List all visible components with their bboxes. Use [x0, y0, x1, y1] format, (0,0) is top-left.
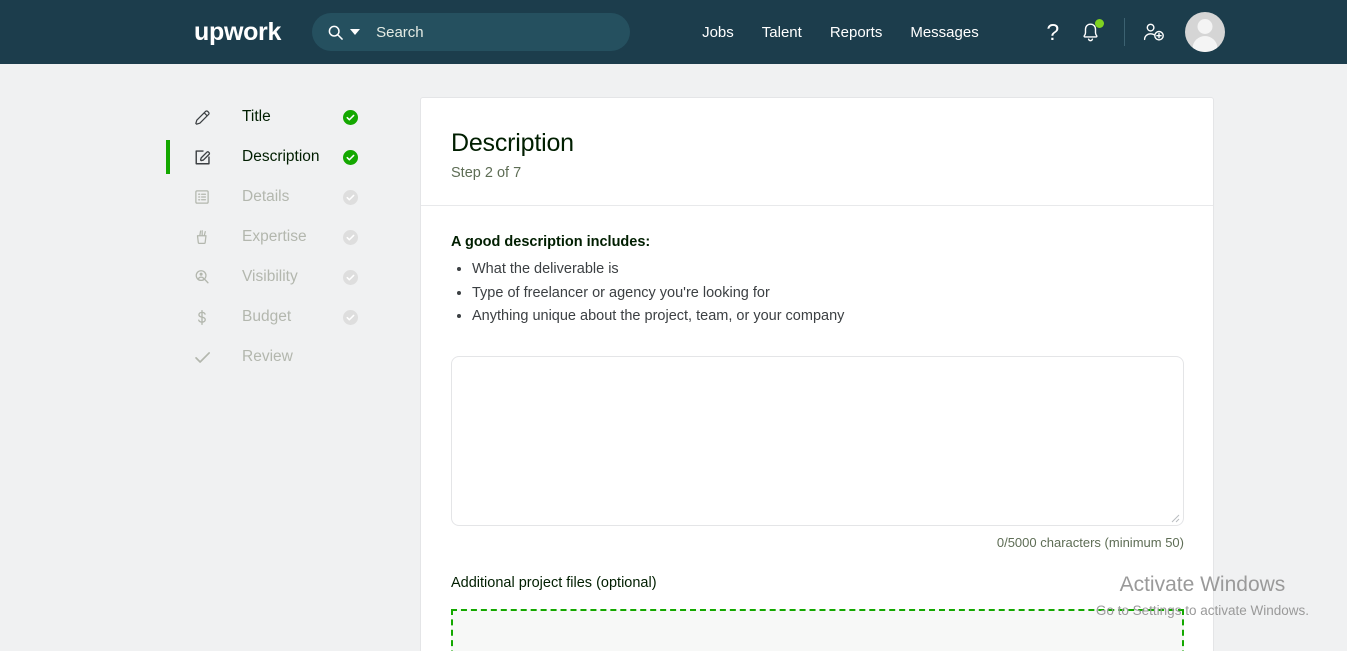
sidebar-item-description[interactable]: Description — [166, 137, 391, 177]
dollar-icon — [192, 307, 212, 327]
search-placeholder: Search — [376, 25, 424, 40]
sidebar-item-title[interactable]: Title — [166, 97, 391, 137]
description-field-wrap — [451, 356, 1183, 526]
step-status-incomplete-icon — [343, 190, 358, 205]
step-status-incomplete-icon — [343, 230, 358, 245]
sidebar-item-visibility[interactable]: Visibility — [166, 257, 391, 297]
nav-link-jobs[interactable]: Jobs — [702, 25, 734, 40]
active-indicator — [166, 300, 170, 334]
step-progress-label: Step 2 of 7 — [451, 164, 1183, 183]
tips-heading: A good description includes: — [451, 232, 1183, 252]
avatar[interactable] — [1185, 12, 1225, 52]
sidebar-item-review[interactable]: Review — [166, 337, 391, 377]
list-icon — [192, 187, 212, 207]
tips-list: What the deliverable is Type of freelanc… — [451, 258, 1183, 328]
nav-link-reports[interactable]: Reports — [830, 25, 883, 40]
notifications-button[interactable] — [1072, 13, 1110, 51]
add-user-icon — [1143, 22, 1165, 42]
sidebar-item-details[interactable]: Details — [166, 177, 391, 217]
search-category-chevron-down-icon[interactable] — [350, 29, 360, 35]
step-status-complete-icon — [343, 150, 358, 165]
sidebar-item-label: Visibility — [242, 269, 298, 285]
help-button[interactable]: ? — [1034, 13, 1072, 51]
nav-link-messages[interactable]: Messages — [910, 25, 978, 40]
top-navigation-bar: upwork Search Jobs Talent Reports Messag… — [0, 0, 1347, 64]
active-indicator — [166, 180, 170, 214]
main-content: Description Step 2 of 7 A good descripti… — [391, 97, 1214, 651]
description-step-card: Description Step 2 of 7 A good descripti… — [420, 97, 1214, 651]
card-header: Description Step 2 of 7 — [421, 98, 1213, 206]
page-content: Title Description — [0, 64, 1347, 651]
description-textarea[interactable] — [451, 356, 1184, 526]
help-icon: ? — [1046, 21, 1059, 44]
avatar-head — [1197, 19, 1212, 34]
header-icon-group: ? — [1034, 12, 1225, 52]
search-person-icon — [192, 267, 212, 287]
job-post-steps-sidebar: Title Description — [166, 97, 391, 651]
file-dropzone[interactable]: drag or upload project images — [451, 609, 1184, 651]
active-indicator — [166, 140, 170, 174]
header-divider — [1124, 18, 1125, 46]
search-icon — [328, 25, 343, 40]
edit-square-icon — [192, 147, 212, 167]
sidebar-item-label: Expertise — [242, 229, 307, 245]
sidebar-item-label: Budget — [242, 309, 291, 325]
main-nav: Jobs Talent Reports Messages — [702, 25, 979, 40]
sidebar-item-label: Title — [242, 109, 271, 125]
nav-link-talent[interactable]: Talent — [762, 25, 802, 40]
sidebar-item-budget[interactable]: Budget — [166, 297, 391, 337]
step-status-complete-icon — [343, 110, 358, 125]
additional-files-label: Additional project files (optional) — [451, 574, 1183, 593]
active-indicator — [166, 100, 170, 134]
active-indicator — [166, 260, 170, 294]
step-status-incomplete-icon — [343, 310, 358, 325]
notification-badge-dot — [1095, 19, 1104, 28]
check-icon — [192, 347, 212, 367]
avatar-body — [1192, 36, 1217, 52]
sidebar-item-label: Details — [242, 189, 289, 205]
character-counter: 0/5000 characters (minimum 50) — [451, 535, 1184, 552]
sidebar-item-label: Review — [242, 349, 293, 365]
sidebar-item-expertise[interactable]: Expertise — [166, 217, 391, 257]
search-input[interactable]: Search — [312, 13, 630, 51]
invite-member-button[interactable] — [1135, 13, 1173, 51]
list-item: Type of freelancer or agency you're look… — [472, 282, 1183, 305]
page-title: Description — [451, 128, 1183, 158]
card-body: A good description includes: What the de… — [421, 206, 1213, 651]
pencil-icon — [192, 107, 212, 127]
sidebar-item-label: Description — [242, 149, 320, 165]
step-status-incomplete-icon — [343, 270, 358, 285]
active-indicator — [166, 340, 170, 374]
skills-cup-icon — [192, 227, 212, 247]
list-item: Anything unique about the project, team,… — [472, 305, 1183, 328]
upwork-logo[interactable]: upwork — [194, 20, 281, 45]
active-indicator — [166, 220, 170, 254]
list-item: What the deliverable is — [472, 258, 1183, 281]
